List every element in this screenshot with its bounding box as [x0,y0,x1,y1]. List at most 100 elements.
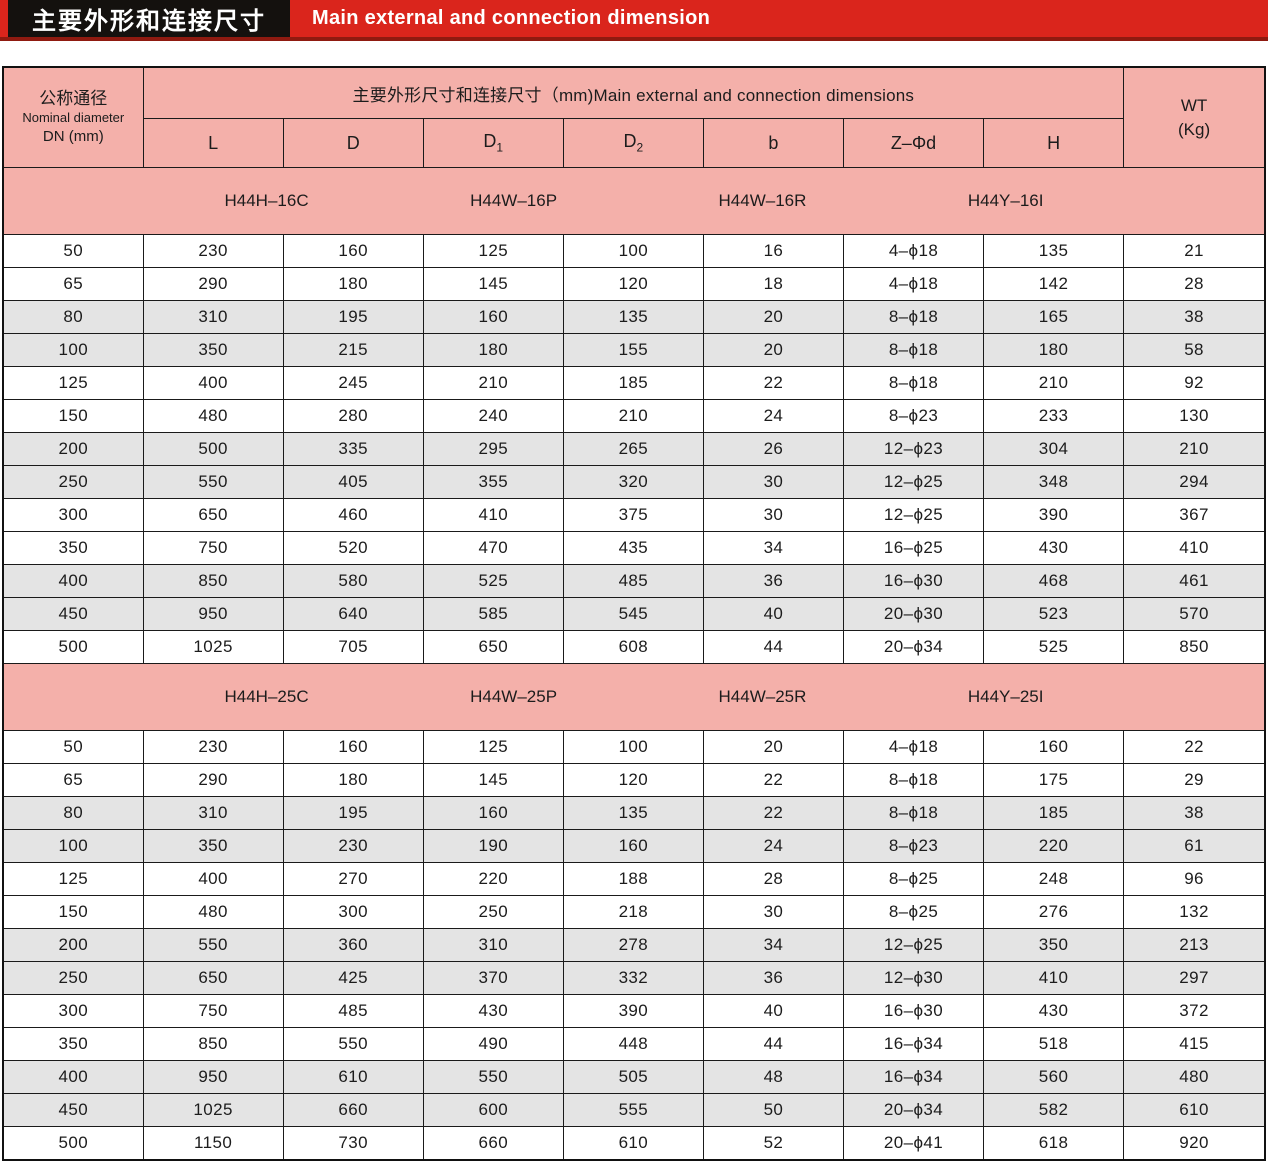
dimension-cell: 185 [984,797,1124,830]
dn-cell: 80 [3,301,143,334]
dimension-cell: 375 [563,499,703,532]
dimension-cell: 660 [423,1127,563,1161]
dimension-cell: 12–ϕ25 [843,929,983,962]
model-label: H44Y–25I [968,687,1044,707]
dimension-cell: 20 [703,731,843,764]
dimension-cell: 430 [984,532,1124,565]
dimension-cell: 500 [143,433,283,466]
dimension-cell: 96 [1124,863,1265,896]
dimension-cell: 145 [423,764,563,797]
dimension-cell: 360 [283,929,423,962]
dimension-cell: 480 [143,400,283,433]
dimension-cell: 160 [984,731,1124,764]
dimension-cell: 233 [984,400,1124,433]
dimension-cell: 30 [703,499,843,532]
dn-cell: 65 [3,268,143,301]
dimension-cell: 125 [423,235,563,268]
col-header-dim-6: H [984,119,1124,168]
dimension-cell: 16–ϕ30 [843,565,983,598]
dimension-cell: 550 [423,1061,563,1094]
dimension-cell: 650 [143,962,283,995]
dimension-cell: 480 [143,896,283,929]
dn-cell: 125 [3,367,143,400]
dimension-cell: 332 [563,962,703,995]
dimension-cell: 195 [283,301,423,334]
section-row-1: H44H–25CH44W–25PH44W–25RH44Y–25I [3,664,1265,731]
dimension-cell: 650 [143,499,283,532]
dimension-cell: 135 [563,301,703,334]
dimension-cell: 44 [703,1028,843,1061]
dimension-cell: 92 [1124,367,1265,400]
dn-cell: 450 [3,1094,143,1127]
table-row: 2506504253703323612–ϕ30410297 [3,962,1265,995]
page-header: 主要外形和连接尺寸 Main external and connection d… [0,0,1268,41]
dimension-cell: 130 [1124,400,1265,433]
dimension-cell: 950 [143,1061,283,1094]
dimension-cell: 8–ϕ18 [843,301,983,334]
dimension-cell: 405 [283,466,423,499]
dimension-cell: 4–ϕ18 [843,731,983,764]
dimension-cell: 24 [703,400,843,433]
dimension-cell: 20–ϕ41 [843,1127,983,1161]
dimension-cell: 36 [703,962,843,995]
dimension-cell: 750 [143,995,283,1028]
table-row: 65290180145120228–ϕ1817529 [3,764,1265,797]
dimension-cell: 335 [283,433,423,466]
dimension-cell: 38 [1124,797,1265,830]
dimension-cell: 215 [283,334,423,367]
dimension-cell: 4–ϕ18 [843,268,983,301]
dimensions-table-body: H44H–16CH44W–16PH44W–16RH44Y–16I50230160… [3,168,1265,1161]
dimension-cell: 750 [143,532,283,565]
dimension-cell: 460 [283,499,423,532]
dimension-cell: 448 [563,1028,703,1061]
table-row: 45010256606005555020–ϕ34582610 [3,1094,1265,1127]
dimension-cell: 660 [283,1094,423,1127]
model-label: H44W–16P [470,191,557,211]
dimension-cell: 367 [1124,499,1265,532]
dimension-cell: 278 [563,929,703,962]
dimension-cell: 195 [283,797,423,830]
dimension-cell: 8–ϕ18 [843,367,983,400]
dimension-cell: 610 [563,1127,703,1161]
dn-cell: 500 [3,631,143,664]
dimension-cell: 21 [1124,235,1265,268]
dimension-cell: 400 [143,367,283,400]
dimension-cell: 100 [563,731,703,764]
dimension-cell: 22 [703,764,843,797]
table-row: 150480280240210248–ϕ23233130 [3,400,1265,433]
dimension-cell: 180 [984,334,1124,367]
table-row: 3507505204704353416–ϕ25430410 [3,532,1265,565]
dimension-cell: 210 [984,367,1124,400]
col-header-dim-5: Z–Φd [843,119,983,168]
dimension-cell: 580 [283,565,423,598]
dimension-cell: 705 [283,631,423,664]
dimension-cell: 4–ϕ18 [843,235,983,268]
dimension-cell: 490 [423,1028,563,1061]
dn-cell: 400 [3,565,143,598]
dimension-cell: 160 [423,301,563,334]
dimension-cell: 320 [563,466,703,499]
dimension-cell: 29 [1124,764,1265,797]
table-row: 2005003352952652612–ϕ23304210 [3,433,1265,466]
dimension-cell: 550 [283,1028,423,1061]
dimension-cell: 304 [984,433,1124,466]
dimension-cell: 430 [984,995,1124,1028]
dn-cell: 125 [3,863,143,896]
dimension-cell: 145 [423,268,563,301]
dimension-cell: 155 [563,334,703,367]
col-header-dim-4: b [703,119,843,168]
dimension-cell: 20–ϕ34 [843,631,983,664]
dimension-cell: 560 [984,1061,1124,1094]
model-label: H44W–25P [470,687,557,707]
dimension-cell: 160 [423,797,563,830]
dimension-cell: 22 [703,367,843,400]
dimension-cell: 12–ϕ23 [843,433,983,466]
dimension-cell: 8–ϕ23 [843,830,983,863]
dimension-cell: 50 [703,1094,843,1127]
dimension-cell: 265 [563,433,703,466]
dimension-cell: 310 [143,797,283,830]
dimension-cell: 850 [143,1028,283,1061]
dimension-cell: 240 [423,400,563,433]
dimension-cell: 1025 [143,631,283,664]
dimension-cell: 505 [563,1061,703,1094]
